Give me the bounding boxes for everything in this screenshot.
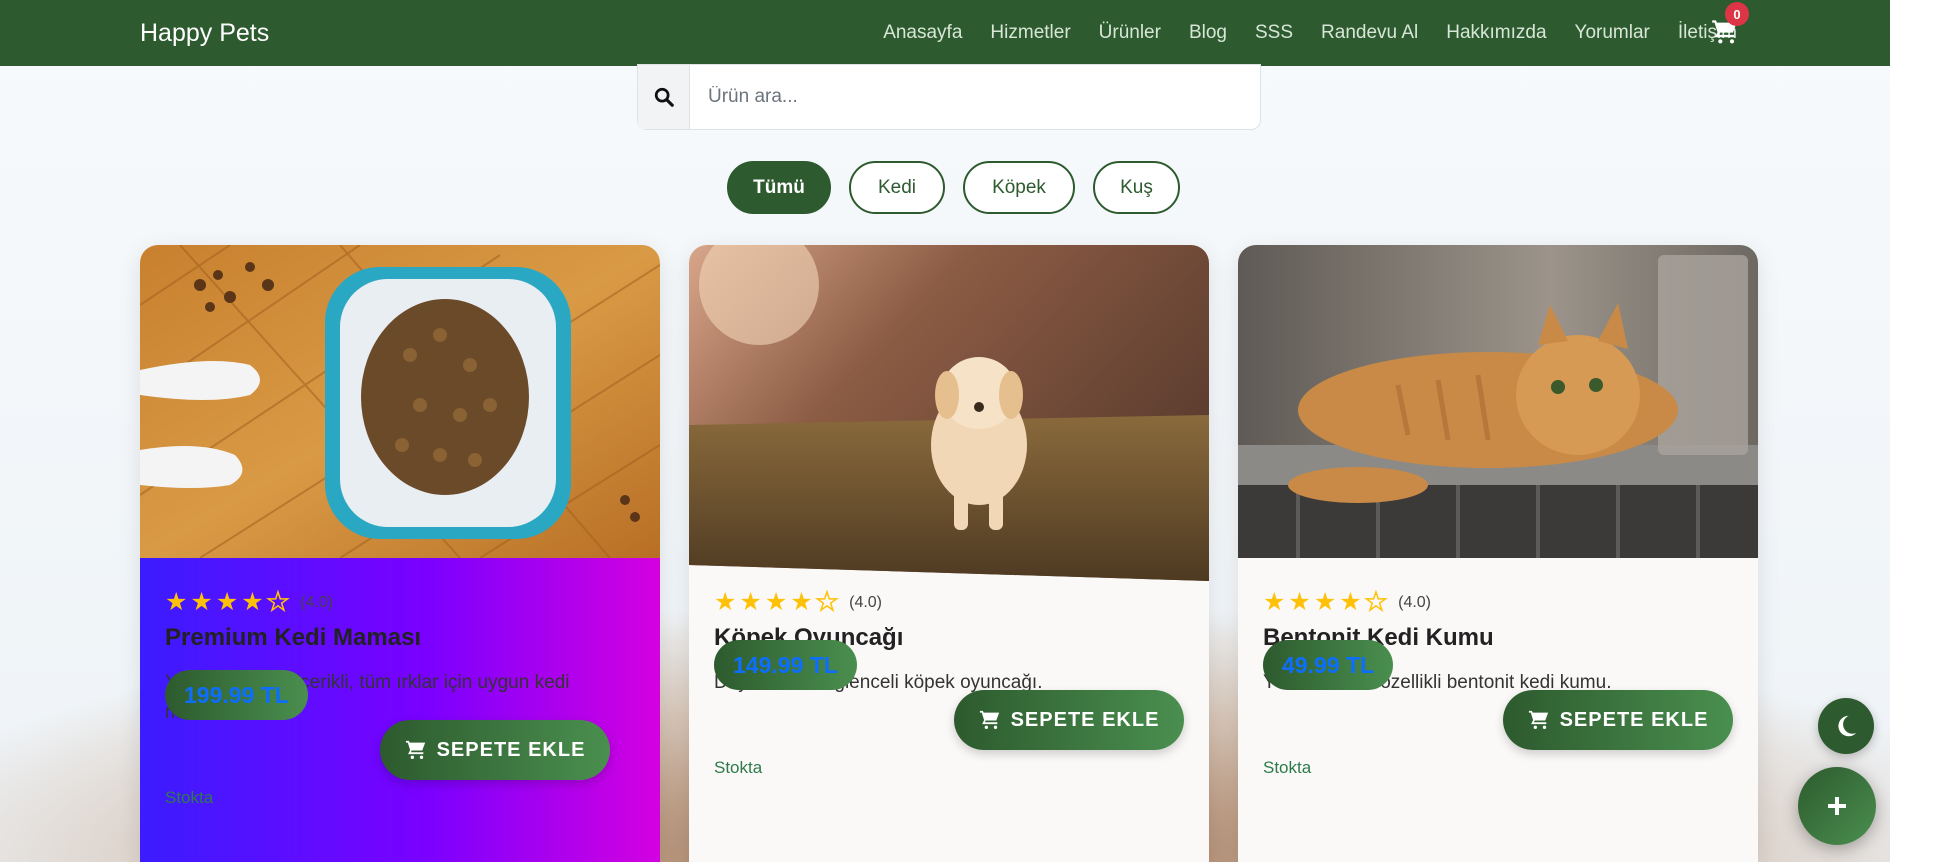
nav-link-blog[interactable]: Blog: [1189, 22, 1227, 44]
star-icon: ★: [1263, 588, 1286, 616]
star-icon: ★: [714, 588, 737, 616]
product-card: ★ ★ ★ ★ ★ (4.0) Bentonit Kedi Kumu Yükse…: [1238, 245, 1758, 862]
star-empty-icon: ★: [266, 588, 290, 616]
cart-icon: [405, 740, 425, 759]
add-to-cart-label: SEPETE EKLE: [436, 738, 586, 761]
rating-value: (4.0): [1398, 593, 1432, 611]
nav-link-about[interactable]: Hakkımızda: [1446, 22, 1546, 44]
stock-status: Stokta: [714, 758, 763, 777]
search-icon: [638, 65, 690, 129]
product-card: ★ ★ ★ ★ ★ (4.0) Premium Kedi Maması Yüks…: [140, 245, 660, 862]
star-icon: ★: [190, 588, 213, 616]
product-card-body: ★ ★ ★ ★ ★ (4.0) Premium Kedi Maması Yüks…: [140, 558, 660, 862]
product-image-puppy: [689, 245, 1209, 581]
star-icon: ★: [764, 588, 788, 616]
star-icon: ★: [790, 588, 813, 616]
rating-stars: ★ ★ ★ ★ ★ (4.0): [1263, 588, 1432, 616]
filter-all-button[interactable]: Tümü: [727, 161, 831, 214]
brand-logo[interactable]: Happy Pets: [140, 0, 269, 66]
add-to-cart-button[interactable]: SEPETE EKLE: [1503, 690, 1733, 750]
nav-link-products[interactable]: Ürünler: [1099, 22, 1161, 44]
add-to-cart-label: SEPETE EKLE: [1559, 708, 1709, 731]
stock-status: Stokta: [165, 788, 214, 807]
nav-links: Anasayfa Hizmetler Ürünler Blog SSS Rand…: [883, 0, 1737, 66]
filter-bird-button[interactable]: Kuş: [1093, 161, 1180, 214]
page-margin: [1890, 0, 1954, 862]
nav-link-services[interactable]: Hizmetler: [990, 22, 1070, 44]
star-icon: ★: [215, 588, 239, 616]
cart-icon: [1528, 710, 1548, 729]
product-price: 149.99 TL: [714, 640, 857, 690]
star-icon: ★: [1339, 588, 1362, 616]
product-card-body: ★ ★ ★ ★ ★ (4.0) Köpek Oyuncağı Dayanıklı…: [689, 558, 1209, 862]
product-image-cat-food: [140, 245, 660, 558]
star-icon: ★: [739, 588, 762, 616]
nav-link-reviews[interactable]: Yorumlar: [1575, 22, 1650, 44]
add-to-cart-label: SEPETE EKLE: [1010, 708, 1160, 731]
product-title: Premium Kedi Maması: [165, 624, 422, 651]
rating-stars: ★ ★ ★ ★ ★ (4.0): [714, 588, 883, 616]
product-price: 49.99 TL: [1263, 640, 1394, 690]
star-icon: ★: [165, 588, 188, 616]
moon-icon: [1838, 715, 1857, 737]
cart-icon: [979, 710, 999, 729]
product-price: 199.99 TL: [165, 670, 308, 720]
cart-count-badge: 0: [1725, 2, 1749, 26]
search-input[interactable]: [690, 65, 1260, 129]
rating-value: (4.0): [300, 593, 334, 611]
product-image-cat: [1238, 245, 1758, 558]
star-empty-icon: ★: [815, 588, 839, 616]
filter-dog-button[interactable]: Köpek: [963, 161, 1075, 214]
filter-cat-button[interactable]: Kedi: [849, 161, 945, 214]
category-filters: Tümü Kedi Köpek Kuş: [727, 161, 1180, 214]
product-card: ★ ★ ★ ★ ★ (4.0) Köpek Oyuncağı Dayanıklı…: [689, 245, 1209, 862]
star-icon: ★: [1288, 588, 1311, 616]
nav-link-home[interactable]: Anasayfa: [883, 22, 962, 44]
add-to-cart-button[interactable]: SEPETE EKLE: [380, 720, 610, 780]
stock-status: Stokta: [1263, 758, 1312, 777]
rating-stars: ★ ★ ★ ★ ★ (4.0): [165, 588, 334, 616]
add-to-cart-button[interactable]: SEPETE EKLE: [954, 690, 1184, 750]
plus-icon: [1828, 797, 1846, 815]
star-icon: ★: [241, 588, 264, 616]
navbar: Happy Pets Anasayfa Hizmetler Ürünler Bl…: [0, 0, 1890, 66]
star-icon: ★: [1313, 588, 1337, 616]
star-empty-icon: ★: [1364, 588, 1388, 616]
product-card-body: ★ ★ ★ ★ ★ (4.0) Bentonit Kedi Kumu Yükse…: [1238, 558, 1758, 862]
search-bar: [637, 64, 1261, 130]
nav-link-appointment[interactable]: Randevu Al: [1321, 22, 1418, 44]
floating-add-button[interactable]: [1798, 767, 1876, 845]
theme-toggle-button[interactable]: [1818, 698, 1874, 754]
nav-link-faq[interactable]: SSS: [1255, 22, 1293, 44]
rating-value: (4.0): [849, 593, 883, 611]
